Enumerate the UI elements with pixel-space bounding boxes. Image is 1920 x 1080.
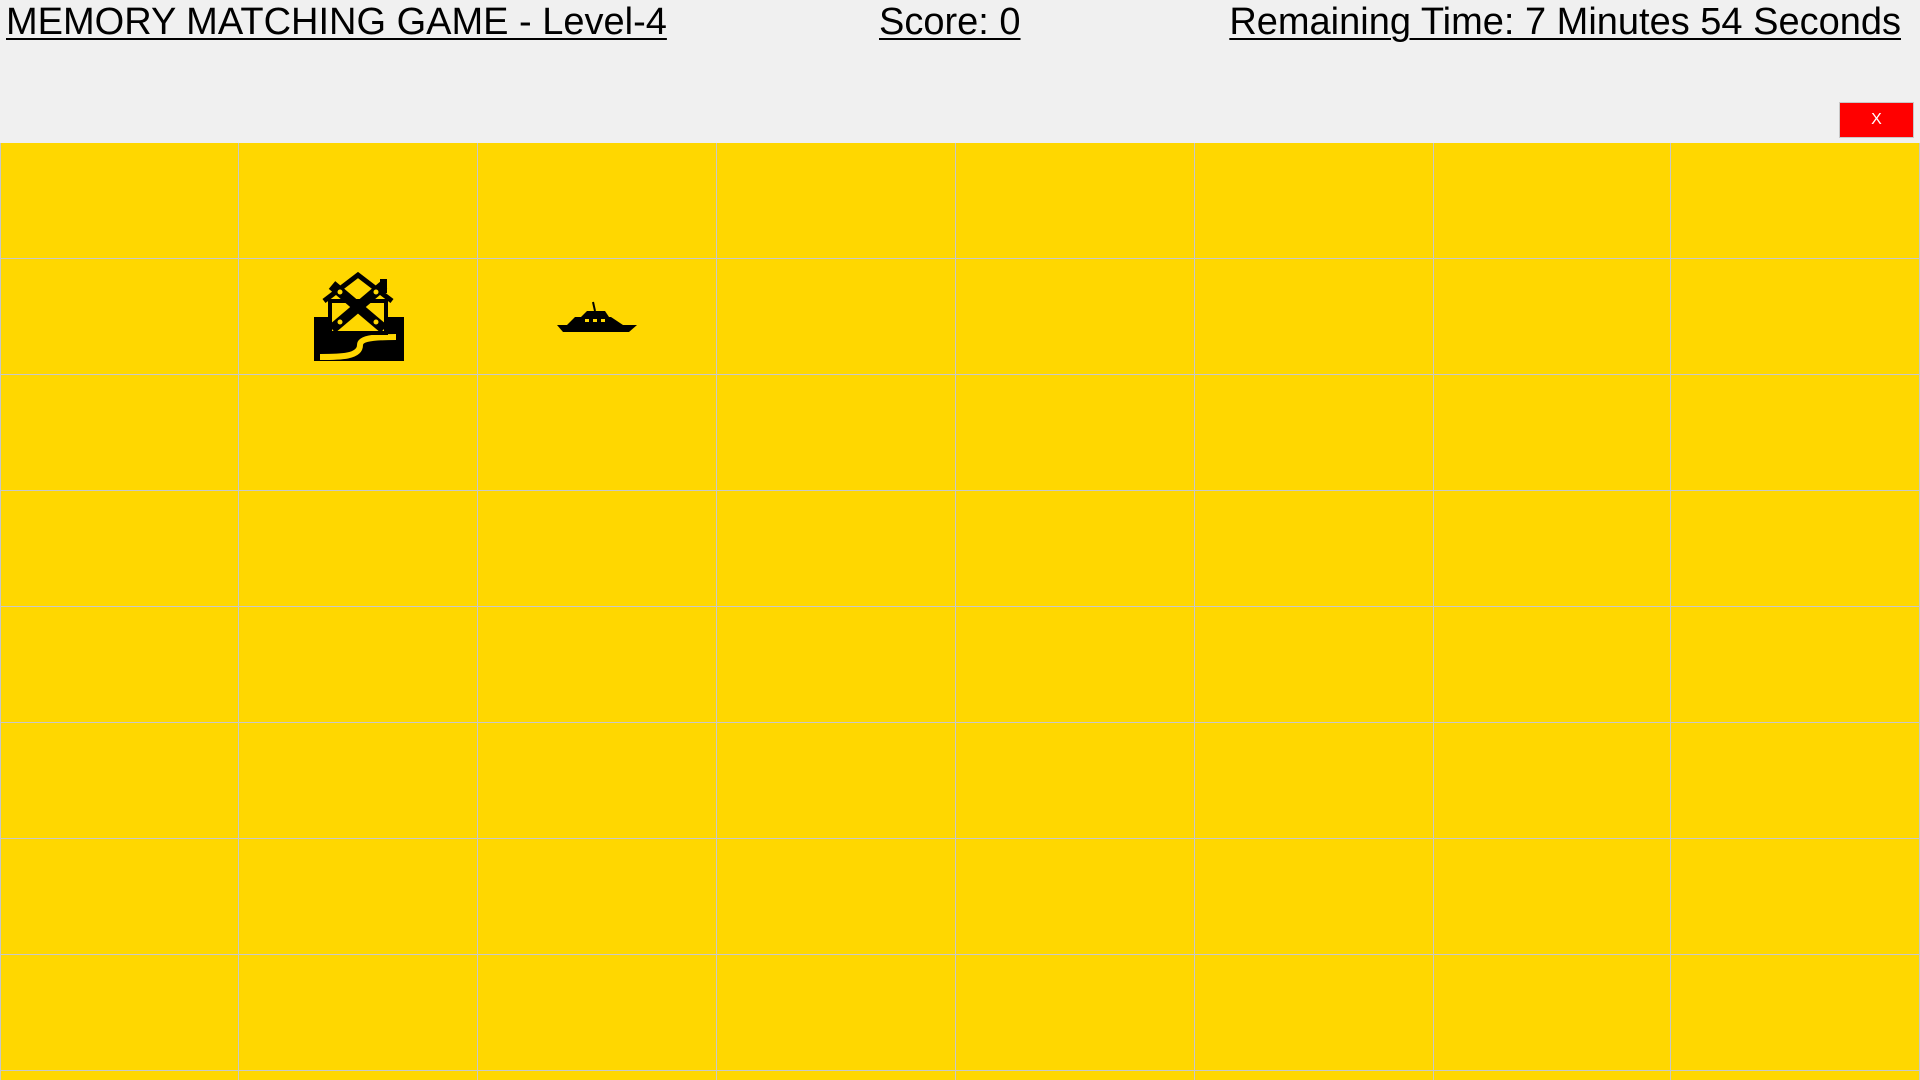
card-hidden[interactable] xyxy=(717,491,956,607)
card-grid xyxy=(0,143,1920,1080)
game-title: MEMORY MATCHING GAME - Level-4 xyxy=(6,1,667,43)
card-hidden[interactable] xyxy=(478,607,717,723)
card-hidden[interactable] xyxy=(0,723,239,839)
card-hidden[interactable] xyxy=(956,143,1195,259)
card-hidden[interactable] xyxy=(717,1071,956,1080)
card-hidden[interactable] xyxy=(956,491,1195,607)
card-hidden[interactable] xyxy=(1195,143,1434,259)
card-hidden[interactable] xyxy=(0,259,239,375)
card-hidden[interactable] xyxy=(239,723,478,839)
card-hidden[interactable] xyxy=(956,607,1195,723)
card-hidden[interactable] xyxy=(478,723,717,839)
score-display: Score: 0 xyxy=(879,1,1021,43)
card-hidden[interactable] xyxy=(717,955,956,1071)
card-hidden[interactable] xyxy=(0,375,239,491)
card-hidden[interactable] xyxy=(1434,143,1671,259)
card-hidden[interactable] xyxy=(239,955,478,1071)
card-hidden[interactable] xyxy=(1434,839,1671,955)
card-hidden[interactable] xyxy=(0,1071,239,1080)
card-hidden[interactable] xyxy=(1434,259,1671,375)
card-hidden[interactable] xyxy=(717,259,956,375)
card-hidden[interactable] xyxy=(1434,607,1671,723)
card-hidden[interactable] xyxy=(717,143,956,259)
card-hidden[interactable] xyxy=(478,839,717,955)
card-hidden[interactable] xyxy=(1434,1071,1671,1080)
card-hidden[interactable] xyxy=(1434,491,1671,607)
card-hidden[interactable] xyxy=(1195,1071,1434,1080)
card-hidden[interactable] xyxy=(1671,1071,1920,1080)
card-hidden[interactable] xyxy=(1671,491,1920,607)
card-hidden[interactable] xyxy=(717,839,956,955)
card-hidden[interactable] xyxy=(1434,375,1671,491)
card-hidden[interactable] xyxy=(239,143,478,259)
card-hidden[interactable] xyxy=(1434,955,1671,1071)
yacht-icon xyxy=(555,301,639,333)
card-hidden[interactable] xyxy=(956,375,1195,491)
card-hidden[interactable] xyxy=(717,723,956,839)
demolition-house-icon xyxy=(310,271,406,363)
card-hidden[interactable] xyxy=(0,143,239,259)
card-hidden[interactable] xyxy=(1195,839,1434,955)
card-hidden[interactable] xyxy=(239,1071,478,1080)
card-hidden[interactable] xyxy=(478,955,717,1071)
card-hidden[interactable] xyxy=(0,955,239,1071)
card-hidden[interactable] xyxy=(1195,375,1434,491)
card-hidden[interactable] xyxy=(956,839,1195,955)
card-hidden[interactable] xyxy=(0,491,239,607)
card-hidden[interactable] xyxy=(478,143,717,259)
card-hidden[interactable] xyxy=(0,607,239,723)
close-button[interactable]: X xyxy=(1839,102,1914,138)
card-hidden[interactable] xyxy=(239,375,478,491)
card-hidden[interactable] xyxy=(478,491,717,607)
card-revealed[interactable] xyxy=(239,259,478,375)
card-hidden[interactable] xyxy=(1671,259,1920,375)
card-hidden[interactable] xyxy=(1195,259,1434,375)
card-hidden[interactable] xyxy=(1671,723,1920,839)
card-hidden[interactable] xyxy=(1195,723,1434,839)
card-hidden[interactable] xyxy=(956,259,1195,375)
card-hidden[interactable] xyxy=(1671,375,1920,491)
remaining-time-display: Remaining Time: 7 Minutes 54 Seconds xyxy=(1229,1,1901,43)
card-hidden[interactable] xyxy=(717,375,956,491)
card-hidden[interactable] xyxy=(1195,955,1434,1071)
card-hidden[interactable] xyxy=(478,1071,717,1080)
card-hidden[interactable] xyxy=(239,607,478,723)
card-hidden[interactable] xyxy=(239,491,478,607)
card-hidden[interactable] xyxy=(478,375,717,491)
game-header: MEMORY MATCHING GAME - Level-4 Score: 0 … xyxy=(0,0,1920,142)
card-hidden[interactable] xyxy=(239,839,478,955)
card-hidden[interactable] xyxy=(1195,607,1434,723)
card-hidden[interactable] xyxy=(1195,491,1434,607)
card-hidden[interactable] xyxy=(0,839,239,955)
card-hidden[interactable] xyxy=(1671,607,1920,723)
card-hidden[interactable] xyxy=(956,955,1195,1071)
card-hidden[interactable] xyxy=(1434,723,1671,839)
card-hidden[interactable] xyxy=(717,607,956,723)
card-hidden[interactable] xyxy=(1671,955,1920,1071)
card-hidden[interactable] xyxy=(956,723,1195,839)
card-revealed[interactable] xyxy=(478,259,717,375)
card-hidden[interactable] xyxy=(956,1071,1195,1080)
card-hidden[interactable] xyxy=(1671,839,1920,955)
card-hidden[interactable] xyxy=(1671,143,1920,259)
